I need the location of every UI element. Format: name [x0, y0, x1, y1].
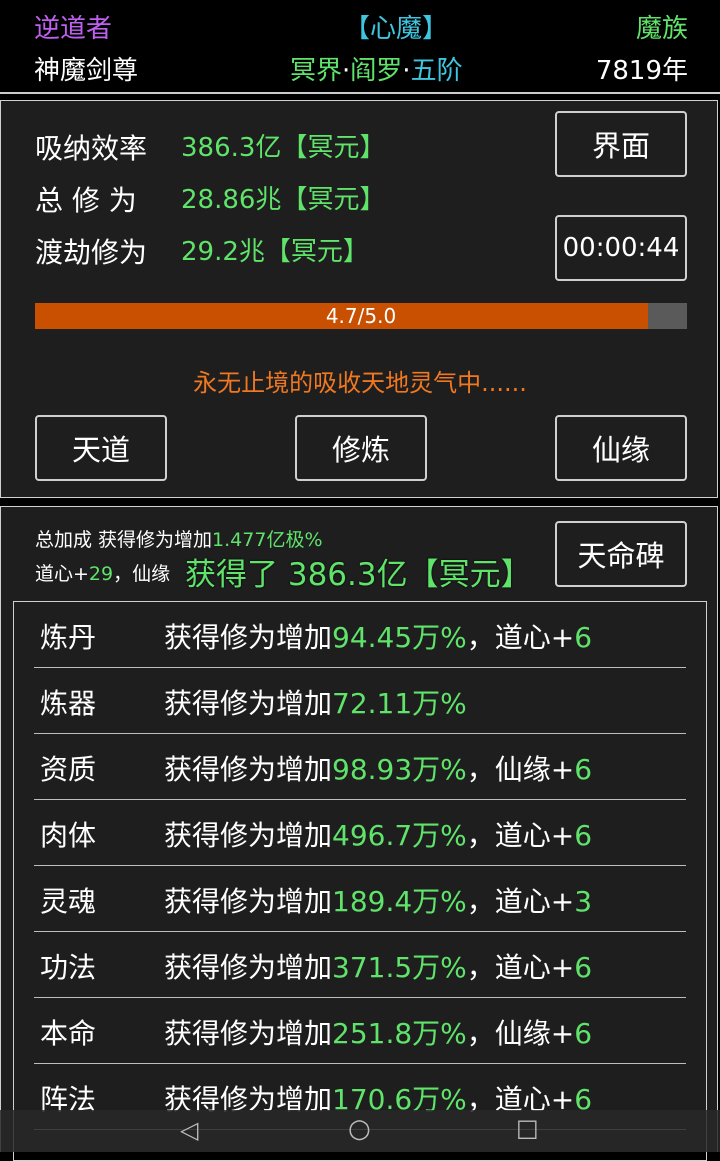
absorb-value: 386.3亿【冥元】	[181, 127, 385, 164]
years-label: 7819年	[595, 56, 688, 86]
list-item-name: 炼丹	[40, 621, 97, 654]
total-bonus-value: 1.477亿极%	[212, 529, 323, 551]
daoxin-label: 道心+	[35, 563, 89, 585]
tribulation-amount: 29.2兆	[181, 237, 265, 267]
absorb-amount: 386.3亿	[181, 133, 282, 163]
list-item[interactable]: 肉体 获得修为增加496.7万%，道心+6	[34, 800, 686, 866]
total-label: 总 修 为	[35, 184, 137, 217]
status-message: 永无止境的吸收天地灵气中......	[193, 369, 527, 397]
realm-world: 冥界	[290, 56, 343, 86]
realm-stage: 五阶	[410, 56, 463, 86]
list-item-name: 炼器	[40, 687, 97, 720]
list-item-name: 功法	[40, 951, 97, 984]
stats-panel: 吸纳效率 386.3亿【冥元】 总 修 为 28.86兆【冥元】 渡劫修为 29…	[0, 100, 718, 498]
list-item[interactable]: 灵魂 获得修为增加189.4万%，道心+3	[34, 866, 686, 932]
total-bonus-line: 总加成 获得修为增加1.477亿极%	[35, 525, 323, 552]
total-amount: 28.86兆	[181, 185, 282, 215]
absorb-unit: 【冥元】	[281, 133, 386, 163]
tribulation-label: 渡劫修为	[35, 236, 148, 269]
realm-rank: 阎罗	[350, 56, 403, 86]
stele-button[interactable]: 天命碑	[555, 521, 687, 587]
gain-message: 获得了 386.3亿【冥元】	[185, 557, 532, 593]
list-item-desc: 获得修为增加94.45万%，道心+6	[164, 621, 593, 654]
tribulation-unit: 【冥元】	[264, 237, 369, 267]
progress-text: 4.7/5.0	[325, 304, 397, 328]
tribulation-value: 29.2兆【冥元】	[181, 231, 369, 268]
title-label: 【心魔】	[344, 14, 449, 44]
divider	[0, 92, 720, 94]
list-item-desc: 获得修为增加98.93万%，仙缘+6	[164, 753, 593, 786]
list-item[interactable]: 炼丹 获得修为增加94.45万%，道心+6	[34, 602, 686, 668]
total-bonus-label: 总加成 获得修为增加	[35, 529, 213, 551]
list-item-desc: 获得修为增加496.7万%，道心+6	[164, 819, 593, 852]
character-name: 神魔剑尊	[34, 56, 139, 86]
interface-button[interactable]: 界面	[555, 111, 687, 177]
absorb-label: 吸纳效率	[35, 132, 148, 165]
list-item-name: 肉体	[40, 819, 97, 852]
list-item[interactable]: 本命 获得修为增加251.8万%，仙缘+6	[34, 998, 686, 1064]
realm-label: 冥界·阎罗·五阶	[290, 56, 463, 86]
list-item[interactable]: 炼器 获得修为增加72.11万%	[34, 668, 686, 734]
progress-bar: 4.7/5.0	[35, 303, 687, 329]
xianyuan-label: ，仙缘	[113, 563, 171, 585]
back-icon[interactable]: ◁	[180, 1116, 198, 1144]
list-item-name: 本命	[40, 1017, 97, 1050]
xianyuan-button[interactable]: 仙缘	[555, 415, 687, 481]
list-item[interactable]: 资质 获得修为增加98.93万%，仙缘+6	[34, 734, 686, 800]
system-nav-bar: ◁ ○ □	[0, 1110, 720, 1152]
dao-label: 逆道者	[34, 14, 113, 44]
list-item-desc: 获得修为增加72.11万%	[164, 687, 467, 720]
home-icon[interactable]: ○	[348, 1114, 371, 1144]
daoxin-value: 29	[88, 563, 114, 585]
list-item-name: 灵魂	[40, 885, 97, 918]
total-unit: 【冥元】	[281, 185, 386, 215]
list-item-desc: 获得修为增加189.4万%，道心+3	[164, 885, 593, 918]
daoxin-line: 道心+29，仙缘	[35, 559, 170, 586]
cultivate-button[interactable]: 修炼	[295, 415, 427, 481]
list-item[interactable]: 功法 获得修为增加371.5万%，道心+6	[34, 932, 686, 998]
recent-apps-icon[interactable]: □	[516, 1114, 539, 1142]
total-value: 28.86兆【冥元】	[181, 179, 385, 216]
list-item-desc: 获得修为增加371.5万%，道心+6	[164, 951, 593, 984]
tiandao-button[interactable]: 天道	[35, 415, 167, 481]
race-label: 魔族	[635, 14, 688, 44]
timer-display: 00:00:44	[555, 215, 687, 281]
list-item-desc: 获得修为增加251.8万%，仙缘+6	[164, 1017, 593, 1050]
list-item-name: 资质	[40, 753, 97, 786]
